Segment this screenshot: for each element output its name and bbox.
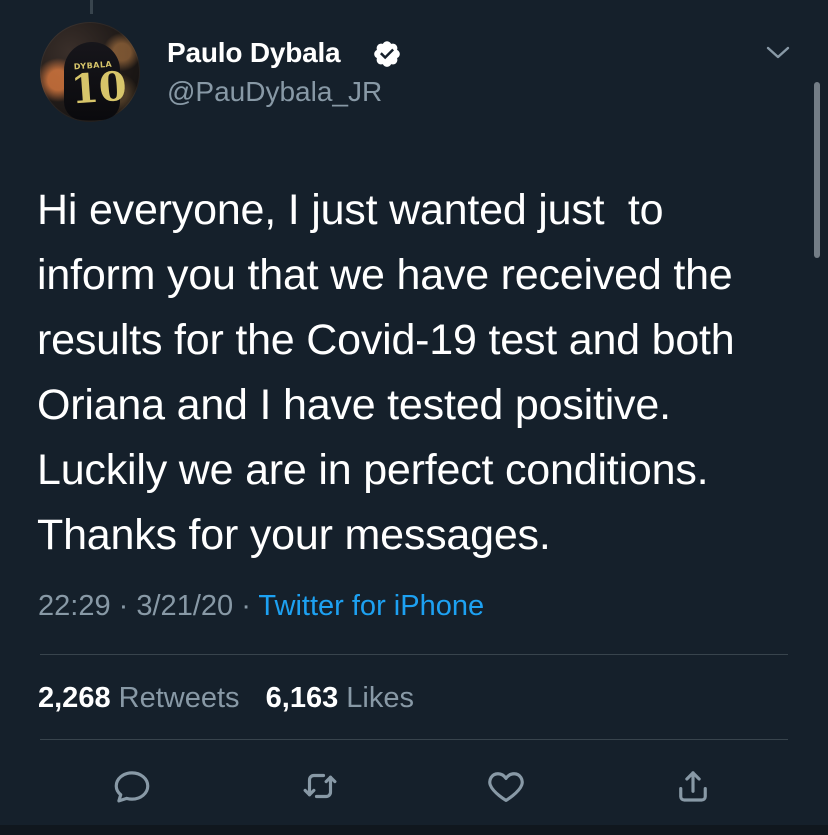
tweet-date: 3/21/20 <box>136 590 234 622</box>
verified-icon <box>374 41 400 67</box>
tweet-meta: 22:29 · 3/21/20 · Twitter for iPhone <box>38 587 484 625</box>
meta-separator: · <box>241 590 251 622</box>
scrollbar[interactable] <box>814 82 820 258</box>
divider <box>40 739 788 740</box>
reply-button[interactable] <box>111 765 153 807</box>
like-button[interactable] <box>485 765 527 807</box>
tweet-line: Thanks for your messages. <box>37 511 551 559</box>
avatar-jersey-number: 10 <box>69 62 129 114</box>
divider <box>40 654 788 655</box>
likes-count: 6,163 <box>265 682 339 714</box>
tweet-line: Oriana and I have tested positive. <box>37 381 671 429</box>
tweet-line: results for the Covid-19 test and both <box>37 316 735 364</box>
retweets-count: 2,268 <box>38 682 111 714</box>
tweet-line: inform you that we have received the <box>37 251 733 299</box>
likes-stat[interactable]: 6,163 Likes <box>266 682 414 714</box>
share-icon <box>679 771 707 802</box>
tweet-text: Hi everyone, I just wanted just to infor… <box>37 178 797 568</box>
author-handle[interactable]: @PauDybala_JR <box>167 76 382 108</box>
tweet-source-link[interactable]: Twitter for iPhone <box>258 590 484 622</box>
tweet-time: 22:29 <box>38 590 111 622</box>
tweet-actions <box>0 765 828 809</box>
likes-label: Likes <box>346 682 414 714</box>
share-button[interactable] <box>672 765 714 807</box>
tweet-detail: DYBALA 10 Paulo Dybala @PauDybala_JR Hi … <box>0 0 828 835</box>
retweet-button[interactable] <box>299 765 341 807</box>
tweet-stats: 2,268 Retweets 6,163 Likes <box>38 679 414 717</box>
heart-icon <box>488 772 524 802</box>
retweet-icon <box>303 773 337 799</box>
thread-connector <box>90 0 93 14</box>
retweets-stat[interactable]: 2,268 Retweets <box>38 682 248 714</box>
meta-separator: · <box>118 590 129 622</box>
bottom-separator <box>0 825 828 835</box>
author-name[interactable]: Paulo Dybala <box>167 37 341 69</box>
avatar[interactable]: DYBALA 10 <box>40 22 140 122</box>
tweet-line: Luckily we are in perfect conditions. <box>37 446 709 494</box>
retweets-label: Retweets <box>118 682 240 714</box>
reply-icon <box>114 771 150 803</box>
tweet-line: Hi everyone, I just wanted just to <box>37 186 664 234</box>
chevron-down-icon[interactable] <box>764 40 792 64</box>
